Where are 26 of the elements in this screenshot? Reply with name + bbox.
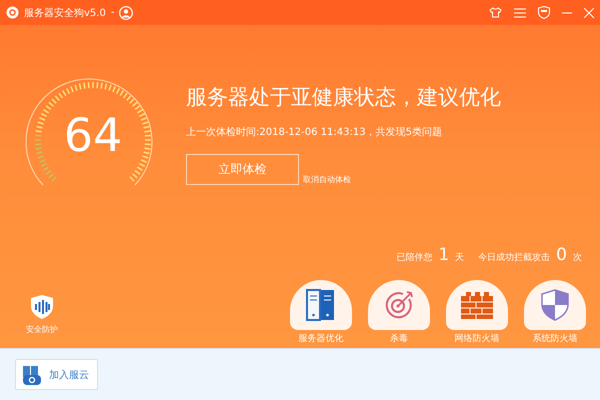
protection-label: 安全防护 [26,324,58,335]
status-headline: 服务器处于亚健康状态，建议优化 [186,84,501,111]
shield-icon [541,289,569,321]
server-icon [306,289,336,321]
logo-icon [6,6,19,19]
stat-unit: 天 [455,252,464,264]
stat-unit: 次 [573,252,582,264]
shield-badge-icon[interactable] [538,6,550,19]
stat-label: 今日成功拦截攻击 [478,252,550,264]
cancel-auto-check-link[interactable]: 取消自动体检 [303,174,351,185]
avatar-icon[interactable] [119,6,134,20]
shirt-icon[interactable] [489,7,502,18]
dropdown-indicator[interactable]: - [110,7,114,18]
menu-icon[interactable] [514,8,526,18]
stat-label: 已陪伴您 [396,252,432,264]
stat-value: 0 [556,245,567,265]
target-icon [383,289,415,321]
stat-value: 1 [438,245,450,265]
health-score: 64 [62,108,124,162]
window-title: 服务器安全狗v5.0 [24,6,106,20]
last-check-text: 上一次体检时间:2018-12-06 11:43:13，共发现5类问题 [186,126,443,139]
close-icon[interactable] [584,8,594,18]
check-now-button[interactable]: 立即体检 [186,154,299,185]
shield-icon[interactable] [30,294,54,320]
brick-wall-icon [460,290,494,320]
join-cloud-button[interactable]: 加入服云 [15,359,98,390]
